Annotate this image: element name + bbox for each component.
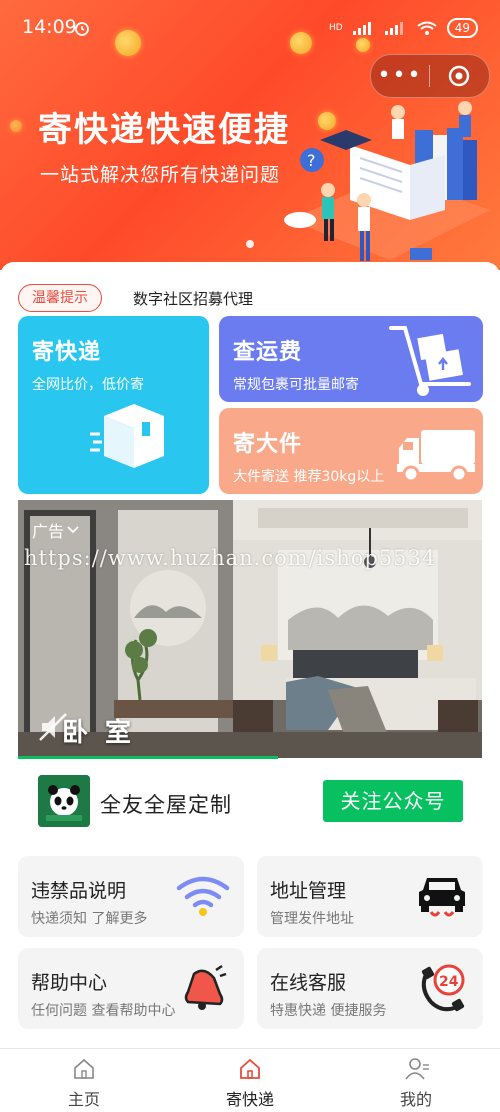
send-express-tile[interactable]: 寄快递 全网比价，低价寄 bbox=[18, 316, 209, 494]
service-card-address[interactable]: 地址管理 管理发件地址 bbox=[257, 856, 483, 937]
ad-caption: 卧 室 bbox=[62, 718, 136, 748]
service-card-help[interactable]: 帮助中心 任何问题 查看帮助中心 bbox=[18, 948, 244, 1029]
more-menu-button[interactable]: ••• bbox=[371, 55, 429, 97]
service-subtitle: 管理发件地址 bbox=[270, 911, 354, 927]
brand-name: 全友全屋定制 bbox=[100, 793, 232, 817]
user-icon bbox=[405, 1058, 429, 1080]
carousel-indicator bbox=[246, 240, 254, 248]
coin-decoration bbox=[10, 120, 22, 132]
bell-icon bbox=[184, 964, 227, 1010]
alarm-icon bbox=[75, 22, 89, 36]
tab-label: 主页 bbox=[67, 1090, 100, 1109]
wifi-icon bbox=[176, 876, 230, 916]
home-active-icon bbox=[240, 1058, 260, 1079]
network-label: HD bbox=[329, 23, 343, 33]
miniprogram-capsule[interactable]: ••• bbox=[370, 54, 490, 98]
tab-bar: 主页 寄快递 我的 bbox=[0, 1048, 500, 1112]
tile-title: 寄快递 bbox=[32, 340, 102, 365]
truck-icon bbox=[397, 430, 475, 483]
tile-title: 查运费 bbox=[233, 340, 303, 365]
ad-progress-bar bbox=[18, 756, 278, 759]
status-bar: 14:09 HD 49 bbox=[0, 0, 500, 56]
battery-indicator: 49 bbox=[446, 18, 478, 38]
follow-official-account-button[interactable]: 关注公众号 bbox=[323, 780, 463, 822]
banner-title: 寄快递快速便捷 bbox=[38, 110, 290, 150]
check-freight-tile[interactable]: 查运费 常规包裹可批量邮寄 bbox=[219, 316, 483, 402]
panda-logo-icon bbox=[38, 775, 90, 827]
tile-subtitle: 大件寄送 推荐30kg以上 bbox=[233, 469, 385, 485]
large-item-tile[interactable]: 寄大件 大件寄送 推荐30kg以上 bbox=[219, 408, 483, 494]
ad-label[interactable]: 广告 bbox=[32, 518, 79, 542]
brand-logo bbox=[38, 775, 90, 827]
close-miniprogram-button[interactable] bbox=[430, 64, 488, 88]
service-subtitle: 特惠快递 便捷服务 bbox=[270, 1003, 387, 1019]
tile-title: 寄大件 bbox=[233, 432, 303, 457]
service-subtitle: 快递须知 了解更多 bbox=[31, 911, 148, 927]
home-icon bbox=[74, 1058, 94, 1079]
tile-subtitle: 常规包裹可批量邮寄 bbox=[233, 377, 359, 393]
support-24-icon: 24 bbox=[421, 964, 465, 1012]
package-icon bbox=[90, 404, 164, 468]
service-title: 地址管理 bbox=[270, 880, 347, 902]
service-card-support[interactable]: 在线客服 特惠快递 便捷服务 24 bbox=[257, 948, 483, 1029]
service-card-prohibited[interactable]: 违禁品说明 快递须知 了解更多 bbox=[18, 856, 244, 937]
service-title: 在线客服 bbox=[270, 972, 347, 994]
tab-label: 我的 bbox=[399, 1090, 432, 1109]
hand-truck-icon bbox=[389, 326, 471, 396]
banner-subtitle: 一站式解决您所有快递问题 bbox=[40, 164, 281, 186]
service-title: 帮助中心 bbox=[31, 972, 108, 994]
target-icon bbox=[448, 65, 470, 87]
svg-text:?: ? bbox=[307, 151, 316, 170]
banner[interactable]: ? 14:09 HD 49 ••• 寄快递快速便捷 一站式解决您所有快递问题 bbox=[0, 0, 500, 270]
tab-home[interactable]: 主页 bbox=[24, 1049, 144, 1112]
service-title: 违禁品说明 bbox=[31, 880, 127, 902]
status-time: 14:09 bbox=[22, 16, 77, 38]
notice-text[interactable]: 数字社区招募代理 bbox=[133, 288, 253, 309]
watermark-text: https://www.huzhan.com/ishop5534 bbox=[24, 546, 437, 570]
ad-label-text: 广告 bbox=[32, 522, 65, 541]
notice-tag: 温馨提示 bbox=[18, 284, 102, 312]
signal-icon bbox=[384, 22, 403, 35]
chevron-down-icon bbox=[67, 526, 79, 534]
car-icon bbox=[419, 878, 465, 917]
tab-send-express[interactable]: 寄快递 bbox=[190, 1049, 310, 1112]
service-subtitle: 任何问题 查看帮助中心 bbox=[31, 1003, 176, 1019]
ad-banner[interactable]: 广告 卧 室 bbox=[18, 500, 482, 758]
signal-icon bbox=[352, 22, 371, 35]
study-illustration: ? bbox=[284, 101, 490, 261]
tab-label: 寄快递 bbox=[225, 1090, 274, 1109]
wifi-status-icon bbox=[417, 21, 437, 35]
status-indicators: HD 49 bbox=[329, 18, 478, 38]
tile-subtitle: 全网比价，低价寄 bbox=[32, 377, 144, 393]
tab-mine[interactable]: 我的 bbox=[356, 1049, 476, 1112]
svg-text:24: 24 bbox=[439, 974, 459, 990]
